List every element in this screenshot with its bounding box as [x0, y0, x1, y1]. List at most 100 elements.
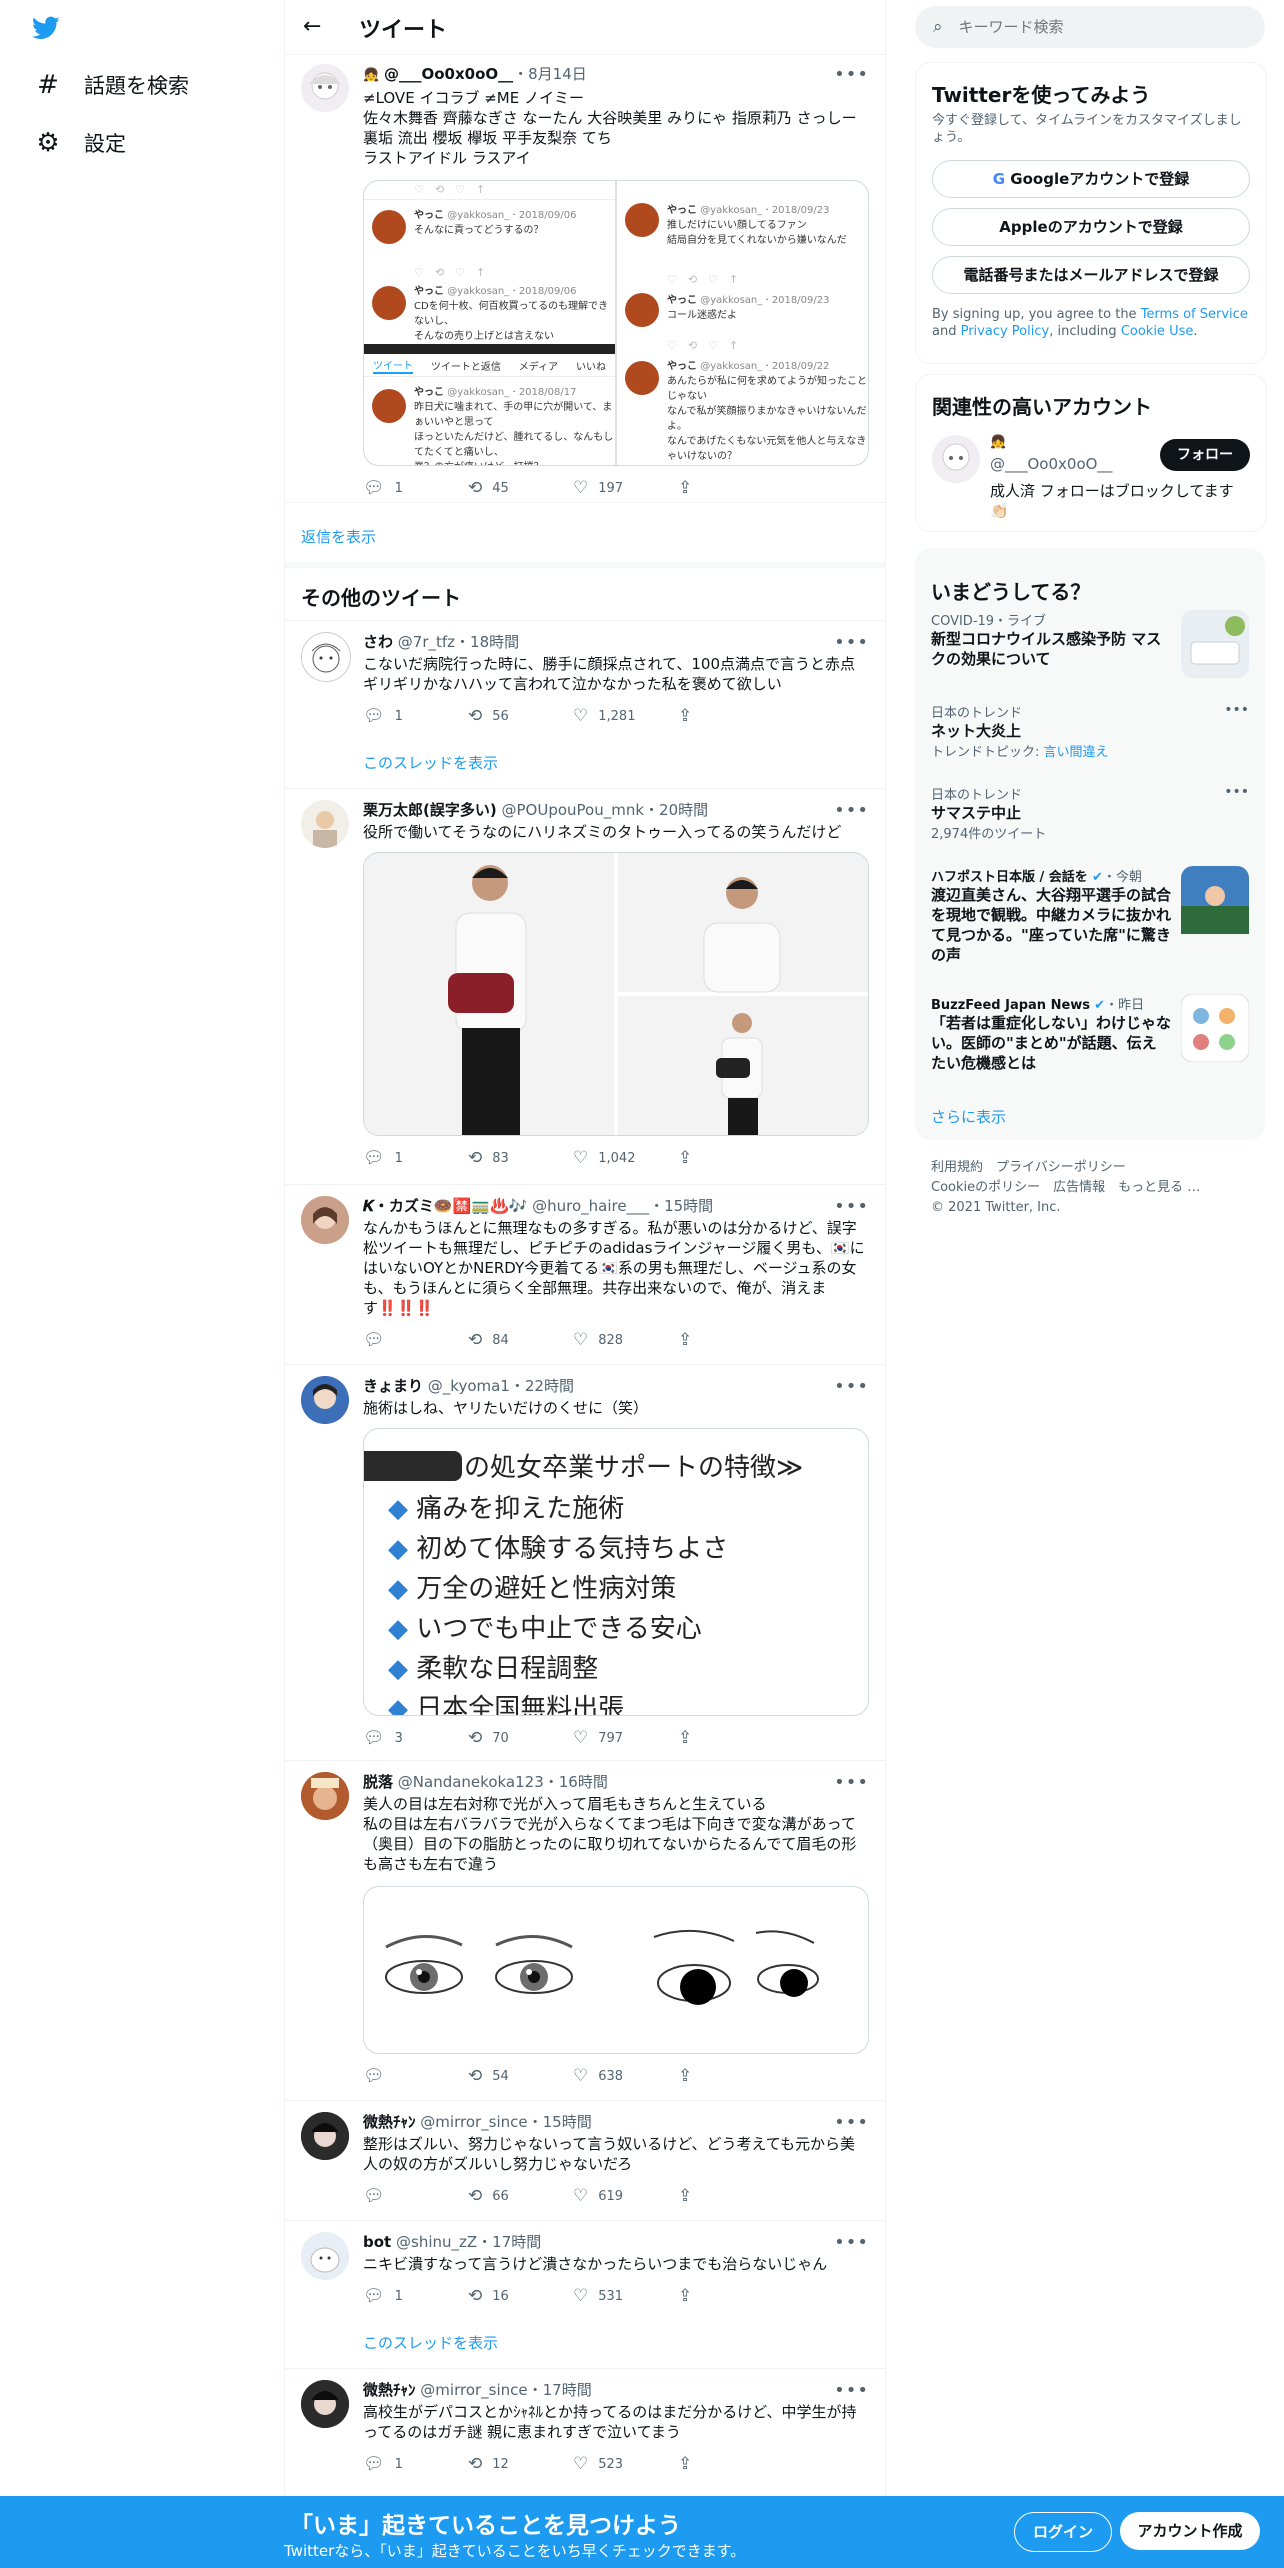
avatar[interactable] — [932, 435, 980, 483]
reply-button[interactable]: 💬︎ 1 — [363, 478, 468, 498]
tweet-author[interactable]: 微熱ﾁｬﾝ — [363, 2113, 416, 2131]
news-item[interactable]: ハフポスト日本版 / 会話を ✔・今朝 渡辺直美さん、大谷翔平選手の試合を現地で… — [931, 866, 1249, 976]
retweet-button[interactable]: ⟲ 84 — [468, 1330, 573, 1350]
nav-explore[interactable]: # 話題を検索 — [34, 70, 189, 100]
retweet-button[interactable]: ⟲ 54 — [468, 2066, 573, 2086]
tweet[interactable]: 微熱ﾁｬﾝ @mirror_since・15時間 整形はズルい、努力じゃないって… — [285, 2100, 885, 2220]
tweet-date[interactable]: ・8月14日 — [513, 65, 587, 83]
share-button[interactable]: ⇪ — [678, 2454, 783, 2474]
tweet-author[interactable]: 微熱ﾁｬﾝ — [363, 2381, 416, 2399]
tweet-image[interactable]: の処女卒業サポートの特徴≫ ◆ 痛みを抑えた施術 ◆ 初めて体験する気持ちよさ … — [363, 1428, 869, 1716]
like-button[interactable]: ♡ 619 — [573, 2186, 678, 2206]
more-icon[interactable]: ••• — [834, 2112, 869, 2133]
tweet-image[interactable] — [363, 1886, 869, 2054]
share-button[interactable]: ⇪ — [678, 478, 783, 498]
reply-button[interactable]: 💬︎ 1 — [363, 706, 468, 726]
like-button[interactable]: ♡ 828 — [573, 1330, 678, 1350]
share-button[interactable]: ⇪ — [678, 1728, 783, 1748]
like-button[interactable]: ♡ 638 — [573, 2066, 678, 2086]
show-thread-link[interactable]: このスレッドを表示 — [363, 2332, 498, 2353]
avatar[interactable] — [301, 1376, 349, 1424]
retweet-button[interactable]: ⟲ 16 — [468, 2286, 573, 2306]
avatar[interactable] — [301, 2232, 349, 2280]
tweet[interactable]: bot @shinu_zZ・17時間 ニキビ潰すなって言うけど潰さなかったらいつ… — [285, 2220, 885, 2368]
tweet-author[interactable]: 𝑲・カズミ🍩🈲🚃♨️🎶 — [363, 1197, 527, 1215]
news-item[interactable]: BuzzFeed Japan News ✔・昨日 「若者は重症化しない」わけじゃ… — [931, 993, 1250, 1084]
retweet-button[interactable]: ⟲ 66 — [468, 2186, 573, 2206]
nav-settings[interactable]: ⚙ 設定 — [34, 128, 126, 158]
share-button[interactable]: ⇪ — [678, 1330, 783, 1350]
more-icon[interactable]: ••• — [834, 1772, 869, 1793]
privacy-link[interactable]: Privacy Policy — [961, 324, 1050, 339]
share-button[interactable]: ⇪ — [678, 2286, 783, 2306]
tweet-photos[interactable] — [363, 852, 869, 1136]
tweet-author[interactable]: きょまり — [363, 1377, 423, 1395]
reply-button[interactable]: 💬︎ 1 — [363, 1148, 468, 1168]
more-icon[interactable]: ••• — [834, 1196, 869, 1217]
trend-topic-link[interactable]: 言い間違え — [1044, 745, 1109, 760]
tweet[interactable]: 栗万太郎(誤字多い) @POUpouPou_mnk・20時間 役所で働いてそうな… — [285, 788, 885, 1184]
search-bar[interactable]: ⌕ — [915, 6, 1265, 48]
tweet[interactable]: 脱落 @Nandanekoka123・16時間 美人の目は左右対称で光が入って眉… — [285, 1760, 885, 2100]
show-replies-link[interactable]: 返信を表示 — [301, 526, 376, 547]
footer-line[interactable]: 利用規約 プライバシーポリシー — [931, 1158, 1200, 1178]
reply-button[interactable]: 💬︎ 1 — [363, 2454, 468, 2474]
reply-button[interactable]: 💬︎ 3 — [363, 1728, 468, 1748]
reply-button[interactable]: 💬︎ 1 — [363, 2286, 468, 2306]
reply-button[interactable]: 💬︎ — [363, 2066, 468, 2086]
show-more-link[interactable]: さらに表示 — [931, 1106, 1006, 1127]
more-icon[interactable]: ••• — [834, 64, 869, 85]
avatar[interactable] — [301, 1196, 349, 1244]
share-button[interactable]: ⇪ — [678, 2066, 783, 2086]
cookie-link[interactable]: Cookie Use — [1121, 324, 1194, 339]
tweet-author[interactable]: @___Oo0x0oO__ — [384, 65, 513, 83]
main-tweet[interactable]: 👧 @___Oo0x0oO__・8月14日 ≠LOVE イコラブ ≠ME ノイミ… — [285, 54, 885, 559]
retweet-button[interactable]: ⟲ 45 — [468, 478, 573, 498]
trend-item[interactable]: COVID-19・ライブ 新型コロナウイルス感染予防 マスクの効果について — [931, 610, 1249, 682]
like-button[interactable]: ♡ 523 — [573, 2454, 678, 2474]
share-button[interactable]: ⇪ — [678, 706, 783, 726]
like-button[interactable]: ♡ 197 — [573, 478, 678, 498]
share-button[interactable]: ⇪ — [678, 2186, 783, 2206]
login-button[interactable]: ログイン — [1014, 2512, 1112, 2552]
tweet[interactable]: きょまり @_kyoma1・22時間 施術はしね、ヤリたいだけのくせに（笑） •… — [285, 1364, 885, 1760]
apple-signup-button[interactable]: Appleのアカウントで登録 — [932, 208, 1250, 246]
more-icon[interactable]: ••• — [834, 1376, 869, 1397]
tweet[interactable]: さわ @7r_tfz・18時間 こないだ病院行った時に、勝手に顔採点されて、10… — [285, 620, 885, 788]
more-icon[interactable]: ••• — [834, 800, 869, 821]
tweet-author[interactable]: bot — [363, 2233, 391, 2251]
like-button[interactable]: ♡ 797 — [573, 1728, 678, 1748]
retweet-button[interactable]: ⟲ 56 — [468, 706, 573, 726]
back-arrow-icon[interactable]: ← — [303, 14, 321, 39]
signup-button[interactable]: アカウント作成 — [1120, 2512, 1260, 2550]
avatar[interactable] — [301, 64, 349, 112]
tweet[interactable]: 微熱ﾁｬﾝ @mirror_since・17時間 高校生がデパコスとかｼｬﾈﾙと… — [285, 2368, 885, 2496]
avatar[interactable] — [301, 800, 349, 848]
tweet[interactable]: 𝑲・カズミ🍩🈲🚃♨️🎶 @huro_haire___・15時間 なんかもうほんと… — [285, 1184, 885, 1364]
more-icon[interactable]: ••• — [834, 2380, 869, 2401]
avatar[interactable] — [301, 2380, 349, 2428]
tweet-author[interactable]: 栗万太郎(誤字多い) — [363, 801, 497, 819]
twitter-bird-icon[interactable] — [30, 14, 62, 42]
show-thread-link[interactable]: このスレッドを表示 — [363, 752, 498, 773]
more-icon[interactable]: ••• — [1224, 702, 1249, 718]
more-icon[interactable]: ••• — [834, 632, 869, 653]
related-handle[interactable]: @___Oo0x0oO__ — [990, 455, 1112, 473]
like-button[interactable]: ♡ 1,042 — [573, 1148, 678, 1168]
reply-button[interactable]: 💬︎ — [363, 2186, 468, 2206]
trend-item[interactable]: 日本のトレンド サマステ中止 2,974件のツイート ••• — [931, 784, 1249, 844]
retweet-button[interactable]: ⟲ 12 — [468, 2454, 573, 2474]
footer-line[interactable]: Cookieのポリシー 広告情報 もっと見る … — [931, 1178, 1200, 1198]
phone-signup-button[interactable]: 電話番号またはメールアドレスで登録 — [932, 256, 1250, 294]
retweet-button[interactable]: ⟲ 70 — [468, 1728, 573, 1748]
follow-button[interactable]: フォロー — [1160, 439, 1250, 471]
tweet-author[interactable]: さわ — [363, 633, 393, 651]
avatar[interactable] — [301, 1772, 349, 1820]
terms-link[interactable]: Terms of Service — [1141, 307, 1248, 322]
tweet-author[interactable]: 脱落 — [363, 1773, 393, 1791]
trend-item[interactable]: 日本のトレンド ネット大炎上 トレンドトピック: 言い間違え ••• — [931, 702, 1249, 762]
avatar[interactable] — [301, 632, 351, 682]
tweet-media[interactable]: ♡ ⟲ ♡ ↑ やっこ @yakkosan_ · 2018/09/06 そんなに… — [363, 180, 869, 466]
retweet-button[interactable]: ⟲ 83 — [468, 1148, 573, 1168]
avatar[interactable] — [301, 2112, 349, 2160]
